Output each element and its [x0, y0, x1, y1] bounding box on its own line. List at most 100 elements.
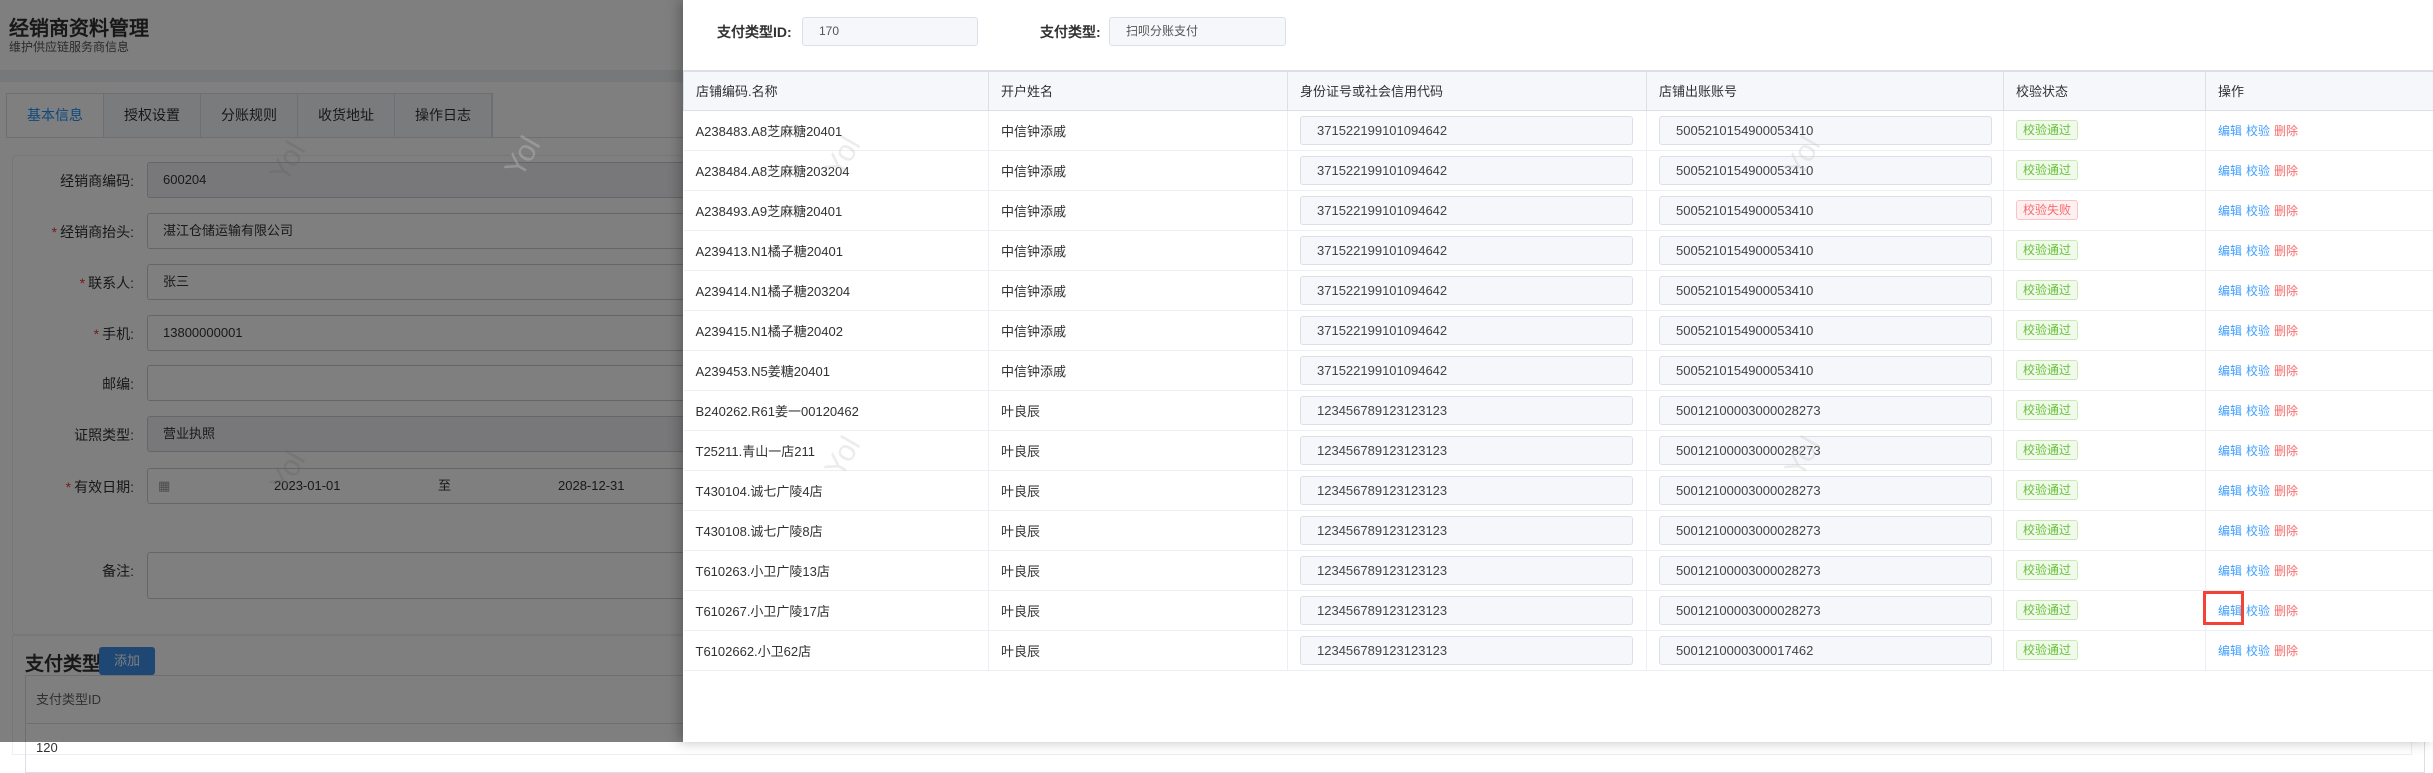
- status-cell: 校验通过: [2004, 270, 2206, 310]
- verify-link[interactable]: 校验: [2246, 444, 2270, 458]
- delete-link[interactable]: 删除: [2274, 284, 2298, 298]
- edit-link[interactable]: 编辑: [2218, 284, 2242, 298]
- actions-cell: 编辑校验删除: [2206, 310, 2433, 350]
- table-row: T610267.小卫广陵17店叶良辰1234567891231231235001…: [684, 590, 2433, 630]
- status-badge: 校验通过: [2016, 320, 2078, 340]
- id-code-cell: 123456789123123123: [1288, 430, 1647, 470]
- delete-link[interactable]: 删除: [2274, 404, 2298, 418]
- id-code-input[interactable]: 371522199101094642: [1300, 196, 1633, 225]
- id-code-input[interactable]: 123456789123123123: [1300, 596, 1633, 625]
- table-row: T430108.诚七广陵8店叶良辰12345678912312312350012…: [684, 510, 2433, 550]
- id-code-input[interactable]: 123456789123123123: [1300, 396, 1633, 425]
- verify-link[interactable]: 校验: [2246, 564, 2270, 578]
- edit-link[interactable]: 编辑: [2218, 524, 2242, 538]
- id-code-input[interactable]: 123456789123123123: [1300, 516, 1633, 545]
- account-no-input[interactable]: 50012100003000028273: [1659, 476, 1992, 505]
- edit-link[interactable]: 编辑: [2218, 404, 2242, 418]
- delete-link[interactable]: 删除: [2274, 524, 2298, 538]
- edit-link[interactable]: 编辑: [2218, 244, 2242, 258]
- verify-link[interactable]: 校验: [2246, 484, 2270, 498]
- id-code-cell: 123456789123123123: [1288, 630, 1647, 670]
- account-no-input[interactable]: 5005210154900053410: [1659, 236, 1992, 265]
- store-cell: A239453.N5姜糖20401: [684, 350, 989, 390]
- verify-link[interactable]: 校验: [2246, 644, 2270, 658]
- col-account-no: 店铺出账账号: [1647, 71, 2004, 110]
- actions-cell: 编辑校验删除: [2206, 630, 2433, 670]
- store-cell: A239415.N1橘子糖20402: [684, 310, 989, 350]
- verify-link[interactable]: 校验: [2246, 284, 2270, 298]
- store-cell: T610267.小卫广陵17店: [684, 590, 989, 630]
- account-no-input[interactable]: 5005210154900053410: [1659, 116, 1992, 145]
- account-name-cell: 叶良辰: [989, 390, 1288, 430]
- delete-link[interactable]: 删除: [2274, 644, 2298, 658]
- delete-link[interactable]: 删除: [2274, 164, 2298, 178]
- id-code-input[interactable]: 371522199101094642: [1300, 236, 1633, 265]
- delete-link[interactable]: 删除: [2274, 324, 2298, 338]
- verify-link[interactable]: 校验: [2246, 124, 2270, 138]
- account-no-input[interactable]: 5005210154900053410: [1659, 276, 1992, 305]
- edit-link[interactable]: 编辑: [2218, 444, 2242, 458]
- status-badge: 校验通过: [2016, 120, 2078, 140]
- account-no-input[interactable]: 50012100003000028273: [1659, 516, 1992, 545]
- account-name-cell: 中信钟添戚: [989, 230, 1288, 270]
- account-name-cell: 叶良辰: [989, 470, 1288, 510]
- status-badge: 校验通过: [2016, 440, 2078, 460]
- delete-link[interactable]: 删除: [2274, 564, 2298, 578]
- account-no-input[interactable]: 5005210154900053410: [1659, 196, 1992, 225]
- actions-cell: 编辑校验删除: [2206, 110, 2433, 150]
- account-no-input[interactable]: 5005210154900053410: [1659, 316, 1992, 345]
- verify-link[interactable]: 校验: [2246, 164, 2270, 178]
- id-code-input[interactable]: 371522199101094642: [1300, 116, 1633, 145]
- account-no-input[interactable]: 5005210154900053410: [1659, 356, 1992, 385]
- edit-link[interactable]: 编辑: [2218, 204, 2242, 218]
- id-code-input[interactable]: 371522199101094642: [1300, 316, 1633, 345]
- edit-link[interactable]: 编辑: [2218, 364, 2242, 378]
- edit-link[interactable]: 编辑: [2218, 564, 2242, 578]
- account-no-input[interactable]: 5001210000300017462: [1659, 636, 1992, 665]
- delete-link[interactable]: 删除: [2274, 444, 2298, 458]
- table-row: A239413.N1橘子糖20401中信钟添戚37152219910109464…: [684, 230, 2433, 270]
- store-account-table: 店铺编码.名称 开户姓名 身份证号或社会信用代码 店铺出账账号 校验状态 操作 …: [683, 70, 2433, 671]
- edit-link[interactable]: 编辑: [2218, 124, 2242, 138]
- status-badge: 校验通过: [2016, 400, 2078, 420]
- delete-link[interactable]: 删除: [2274, 204, 2298, 218]
- id-code-input[interactable]: 123456789123123123: [1300, 436, 1633, 465]
- edit-link[interactable]: 编辑: [2218, 484, 2242, 498]
- verify-link[interactable]: 校验: [2246, 324, 2270, 338]
- verify-link[interactable]: 校验: [2246, 604, 2270, 618]
- account-no-input[interactable]: 50012100003000028273: [1659, 396, 1992, 425]
- table-header-row: 店铺编码.名称 开户姓名 身份证号或社会信用代码 店铺出账账号 校验状态 操作: [684, 71, 2433, 110]
- actions-cell: 编辑校验删除: [2206, 390, 2433, 430]
- delete-link[interactable]: 删除: [2274, 124, 2298, 138]
- verify-link[interactable]: 校验: [2246, 204, 2270, 218]
- status-cell: 校验通过: [2004, 110, 2206, 150]
- verify-link[interactable]: 校验: [2246, 244, 2270, 258]
- id-code-input[interactable]: 123456789123123123: [1300, 476, 1633, 505]
- verify-link[interactable]: 校验: [2246, 404, 2270, 418]
- id-code-input[interactable]: 371522199101094642: [1300, 276, 1633, 305]
- id-code-input[interactable]: 123456789123123123: [1300, 636, 1633, 665]
- store-cell: A239414.N1橘子糖203204: [684, 270, 989, 310]
- account-no-input[interactable]: 50012100003000028273: [1659, 596, 1992, 625]
- account-no-input[interactable]: 5005210154900053410: [1659, 156, 1992, 185]
- delete-link[interactable]: 删除: [2274, 244, 2298, 258]
- id-code-cell: 123456789123123123: [1288, 470, 1647, 510]
- delete-link[interactable]: 删除: [2274, 484, 2298, 498]
- delete-link[interactable]: 删除: [2274, 364, 2298, 378]
- delete-link[interactable]: 删除: [2274, 604, 2298, 618]
- pay-type-input[interactable]: 扫呗分账支付: [1109, 17, 1286, 46]
- pay-type-label: 支付类型:: [1040, 22, 1101, 42]
- actions-cell: 编辑校验删除: [2206, 430, 2433, 470]
- edit-link[interactable]: 编辑: [2218, 324, 2242, 338]
- verify-link[interactable]: 校验: [2246, 524, 2270, 538]
- edit-link[interactable]: 编辑: [2218, 644, 2242, 658]
- pay-type-id-input[interactable]: 170: [802, 17, 978, 46]
- id-code-input[interactable]: 371522199101094642: [1300, 156, 1633, 185]
- verify-link[interactable]: 校验: [2246, 364, 2270, 378]
- account-no-input[interactable]: 50012100003000028273: [1659, 556, 1992, 585]
- status-badge: 校验通过: [2016, 600, 2078, 620]
- id-code-input[interactable]: 123456789123123123: [1300, 556, 1633, 585]
- edit-link[interactable]: 编辑: [2218, 164, 2242, 178]
- status-cell: 校验通过: [2004, 550, 2206, 590]
- id-code-input[interactable]: 371522199101094642: [1300, 356, 1633, 385]
